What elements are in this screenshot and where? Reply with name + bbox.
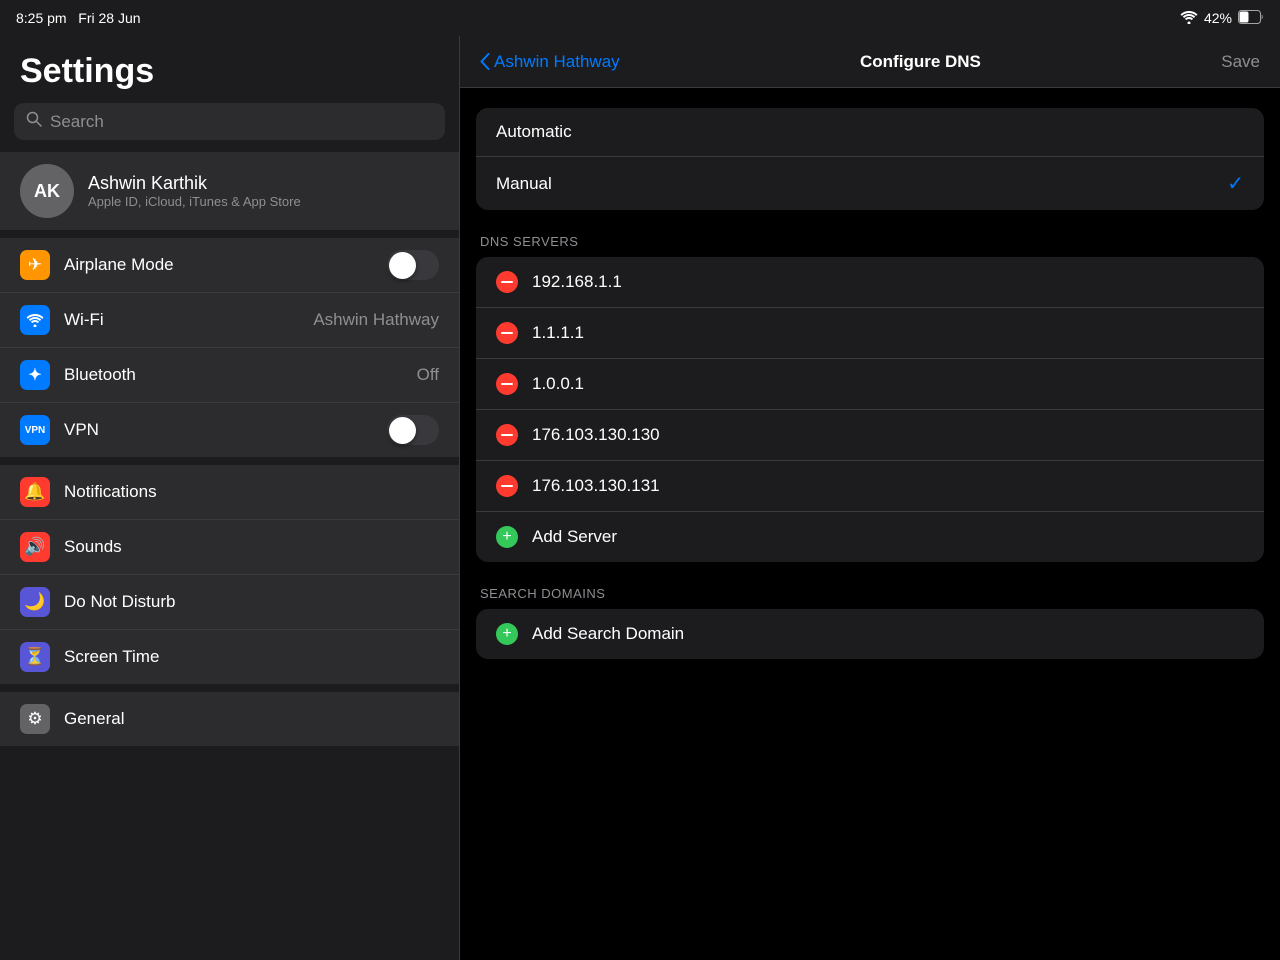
dns-content: Automatic Manual ✓ DNS SERVERS 192.168.1… — [460, 88, 1280, 703]
selected-checkmark: ✓ — [1227, 171, 1244, 196]
search-bar[interactable]: Search — [14, 103, 445, 140]
bluetooth-value: Off — [417, 365, 439, 385]
user-name: Ashwin Karthik — [88, 173, 301, 194]
dns-mode-group: Automatic Manual ✓ — [476, 108, 1264, 210]
status-date: Fri 28 Jun — [78, 10, 140, 26]
wifi-label: Wi-Fi — [64, 310, 299, 330]
settings-group-general: ⚙ General — [0, 692, 459, 746]
add-search-domain-label: Add Search Domain — [532, 624, 684, 644]
sidebar-item-donotdisturb[interactable]: 🌙 Do Not Disturb — [0, 575, 459, 630]
status-time: 8:25 pm — [16, 10, 67, 26]
sidebar-item-vpn[interactable]: VPN VPN — [0, 403, 459, 457]
nav-title: Configure DNS — [860, 52, 981, 72]
bluetooth-label: Bluetooth — [64, 365, 403, 385]
user-info: Ashwin Karthik Apple ID, iCloud, iTunes … — [88, 173, 301, 209]
automatic-label: Automatic — [496, 122, 572, 142]
dns-servers-section: DNS SERVERS 192.168.1.1 1.1.1.1 1.0.0.1 — [476, 234, 1264, 562]
airplane-label: Airplane Mode — [64, 255, 373, 275]
main-layout: Settings Search AK Ashwin Karthik Apple … — [0, 36, 1280, 960]
back-label: Ashwin Hathway — [494, 52, 620, 72]
dns-server-4[interactable]: 176.103.130.130 — [476, 410, 1264, 461]
remove-server-5-button[interactable] — [496, 475, 518, 497]
status-indicators: 42% — [1180, 10, 1264, 27]
vpn-label: VPN — [64, 420, 373, 440]
avatar: AK — [20, 164, 74, 218]
dns-manual-option[interactable]: Manual ✓ — [476, 157, 1264, 210]
sounds-label: Sounds — [64, 537, 439, 557]
sidebar-item-screentime[interactable]: ⏳ Screen Time — [0, 630, 459, 684]
bluetooth-icon: ✦ — [20, 360, 50, 390]
dns-server-3[interactable]: 1.0.0.1 — [476, 359, 1264, 410]
screentime-label: Screen Time — [64, 647, 439, 667]
dns-servers-group: 192.168.1.1 1.1.1.1 1.0.0.1 176.103.130.… — [476, 257, 1264, 562]
user-row[interactable]: AK Ashwin Karthik Apple ID, iCloud, iTun… — [0, 152, 459, 230]
wifi-settings-icon — [20, 305, 50, 335]
sidebar-item-bluetooth[interactable]: ✦ Bluetooth Off — [0, 348, 459, 403]
add-server-row[interactable]: + Add Server — [476, 512, 1264, 562]
dns-ip-5: 176.103.130.131 — [532, 476, 660, 496]
dns-ip-3: 1.0.0.1 — [532, 374, 584, 394]
sidebar-item-sounds[interactable]: 🔊 Sounds — [0, 520, 459, 575]
page-title: Settings — [0, 36, 459, 103]
dns-ip-1: 192.168.1.1 — [532, 272, 622, 292]
add-server-button[interactable]: + — [496, 526, 518, 548]
remove-server-4-button[interactable] — [496, 424, 518, 446]
dns-server-2[interactable]: 1.1.1.1 — [476, 308, 1264, 359]
search-placeholder: Search — [50, 112, 104, 132]
search-domains-section: SEARCH DOMAINS + Add Search Domain — [476, 586, 1264, 659]
airplane-toggle[interactable] — [387, 250, 439, 280]
remove-server-3-button[interactable] — [496, 373, 518, 395]
search-domains-label: SEARCH DOMAINS — [476, 586, 1264, 601]
back-button[interactable]: Ashwin Hathway — [480, 52, 620, 72]
general-label: General — [64, 709, 439, 729]
dns-ip-2: 1.1.1.1 — [532, 323, 584, 343]
add-search-domain-button[interactable]: + — [496, 623, 518, 645]
wifi-value: Ashwin Hathway — [313, 310, 439, 330]
dns-server-1[interactable]: 192.168.1.1 — [476, 257, 1264, 308]
airplane-icon: ✈ — [20, 250, 50, 280]
search-domains-group: + Add Search Domain — [476, 609, 1264, 659]
dns-servers-label: DNS SERVERS — [476, 234, 1264, 249]
manual-label: Manual — [496, 174, 552, 194]
general-icon: ⚙ — [20, 704, 50, 734]
remove-server-1-button[interactable] — [496, 271, 518, 293]
search-icon — [26, 111, 42, 132]
notifications-label: Notifications — [64, 482, 439, 502]
settings-group-system: 🔔 Notifications 🔊 Sounds 🌙 Do Not Distur… — [0, 465, 459, 684]
screentime-icon: ⏳ — [20, 642, 50, 672]
right-panel: Ashwin Hathway Configure DNS Save Automa… — [460, 36, 1280, 960]
sidebar-item-general[interactable]: ⚙ General — [0, 692, 459, 746]
donotdisturb-label: Do Not Disturb — [64, 592, 439, 612]
add-server-label: Add Server — [532, 527, 617, 547]
vpn-toggle[interactable] — [387, 415, 439, 445]
battery-text: 42% — [1204, 10, 1232, 26]
status-time-date: 8:25 pm Fri 28 Jun — [16, 10, 141, 26]
remove-server-2-button[interactable] — [496, 322, 518, 344]
sidebar-item-wifi[interactable]: Wi-Fi Ashwin Hathway — [0, 293, 459, 348]
user-subtitle: Apple ID, iCloud, iTunes & App Store — [88, 194, 301, 209]
vpn-icon: VPN — [20, 415, 50, 445]
status-bar: 8:25 pm Fri 28 Jun 42% — [0, 0, 1280, 36]
sounds-icon: 🔊 — [20, 532, 50, 562]
wifi-icon — [1180, 10, 1198, 27]
battery-icon — [1238, 10, 1264, 27]
sidebar: Settings Search AK Ashwin Karthik Apple … — [0, 36, 460, 960]
settings-group-connectivity: ✈ Airplane Mode Wi-Fi Ashwin Hathway ✦ — [0, 238, 459, 457]
donotdisturb-icon: 🌙 — [20, 587, 50, 617]
sidebar-item-notifications[interactable]: 🔔 Notifications — [0, 465, 459, 520]
dns-server-5[interactable]: 176.103.130.131 — [476, 461, 1264, 512]
save-button[interactable]: Save — [1221, 52, 1260, 72]
notifications-icon: 🔔 — [20, 477, 50, 507]
add-search-domain-row[interactable]: + Add Search Domain — [476, 609, 1264, 659]
dns-ip-4: 176.103.130.130 — [532, 425, 660, 445]
dns-automatic-option[interactable]: Automatic — [476, 108, 1264, 157]
sidebar-item-airplane[interactable]: ✈ Airplane Mode — [0, 238, 459, 293]
nav-bar: Ashwin Hathway Configure DNS Save — [460, 36, 1280, 88]
